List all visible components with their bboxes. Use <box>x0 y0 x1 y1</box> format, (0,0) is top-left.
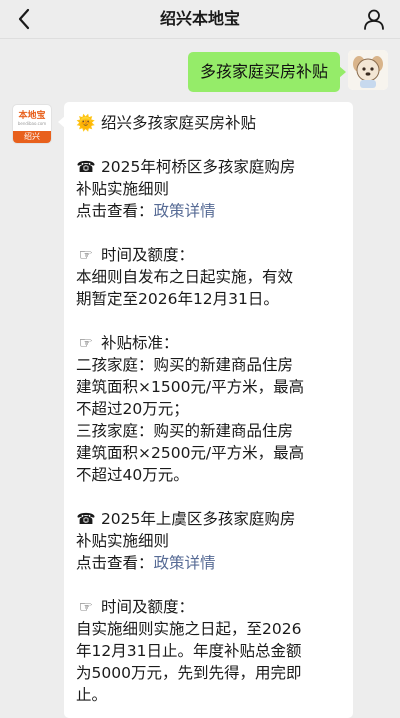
bot-message-bubble[interactable]: 🌞 绍兴多孩家庭买房补贴 ☎ 2025年柯桥区多孩家庭购房 补贴实施细则 点击查… <box>58 102 353 718</box>
top-bar: 绍兴本地宝 <box>0 0 400 38</box>
section1-std-line: 不超过40万元。 <box>76 466 189 484</box>
pointing-hand-icon: ☞ <box>79 334 93 352</box>
section2-policy-link[interactable]: 政策详情 <box>154 554 216 572</box>
city-label: 绍兴 <box>13 131 51 143</box>
section1-view-row: 点击查看：政策详情 <box>76 202 216 220</box>
section1-time-text: 本细则自发布之日起实施，有效 <box>76 268 294 286</box>
pointing-hand-icon: ☞ <box>79 598 93 616</box>
section1-std-line: 二孩家庭：购买的新建商品住房 <box>76 356 294 374</box>
chevron-left-icon <box>18 8 30 30</box>
section1-std-line: 建筑面积×2500元/平方米，最高 <box>76 444 305 462</box>
section1-time-label: ☞ 时间及额度： <box>76 244 341 266</box>
user-message-bubble[interactable]: 多孩家庭买房补贴 <box>187 52 347 92</box>
section2-title-cont: 补贴实施细则 <box>76 532 170 550</box>
section1-title-cont: 补贴实施细则 <box>76 180 170 198</box>
section1-policy-link[interactable]: 政策详情 <box>154 202 216 220</box>
bendibao-logo: 本地宝 bendibao.com <box>17 110 47 126</box>
section2-time-line: 为5000万元，先到先得，用完即 <box>76 664 302 682</box>
section1-time-text: 期暂定至2026年12月31日。 <box>76 290 279 308</box>
user-message-text: 多孩家庭买房补贴 <box>199 62 328 81</box>
section2-time-line: 自实施细则实施之日起，至2026 <box>76 620 302 638</box>
section2-time-line: 止。 <box>76 686 108 704</box>
profile-button[interactable] <box>360 5 388 33</box>
section1-std-line: 不超过20万元； <box>76 400 189 418</box>
section1-std-line: 三孩家庭：购买的新建商品住房 <box>76 422 294 440</box>
section2-view-row: 点击查看：政策详情 <box>76 554 216 572</box>
telephone-icon: ☎ <box>76 510 96 528</box>
page-title: 绍兴本地宝 <box>159 9 240 28</box>
telephone-icon: ☎ <box>76 158 96 176</box>
section2-title: ☎ 2025年上虞区多孩家庭购房 <box>76 510 296 528</box>
section2-time-label: ☞ 时间及额度： <box>76 596 341 618</box>
sun-icon: 🌞 <box>76 114 96 132</box>
section1-std-line: 建筑面积×1500元/平方米，最高 <box>76 378 305 396</box>
back-button[interactable] <box>10 5 38 33</box>
avatar-cartoon-dog-icon <box>348 50 388 90</box>
user-avatar[interactable] <box>348 50 388 90</box>
section1-title: ☎ 2025年柯桥区多孩家庭购房 <box>76 158 296 176</box>
section2-time-line: 年12月31日止。年度补贴总金额 <box>76 642 302 660</box>
message-heading: 🌞 绍兴多孩家庭买房补贴 <box>76 114 256 132</box>
person-icon <box>364 9 384 30</box>
header-divider <box>0 38 400 39</box>
pointing-hand-icon: ☞ <box>79 246 93 264</box>
bot-avatar[interactable]: 本地宝 bendibao.com 绍兴 <box>12 104 52 144</box>
section1-std-label: ☞ 补贴标准： <box>76 332 341 354</box>
